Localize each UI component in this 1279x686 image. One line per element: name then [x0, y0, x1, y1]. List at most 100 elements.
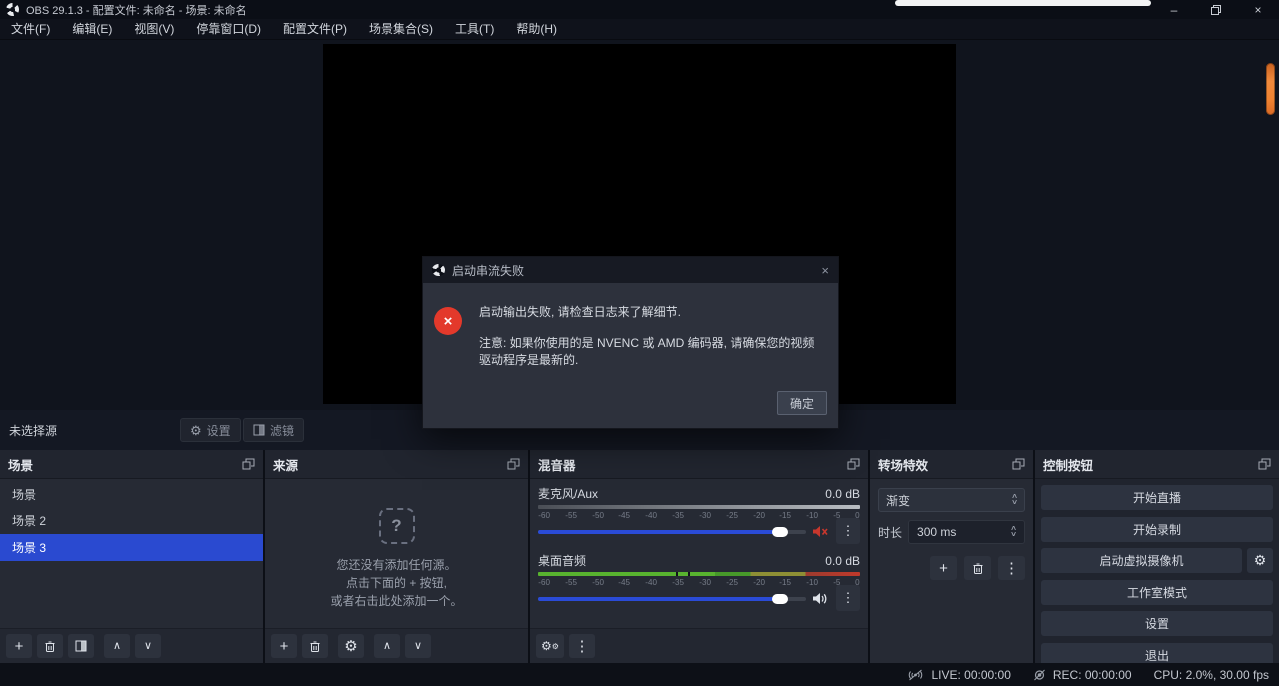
sources-toolbar: + ⚙ ∧ ∨ [265, 628, 528, 663]
advanced-audio-button[interactable]: ⚙⚙ [536, 634, 564, 658]
scene-filters-button[interactable] [68, 634, 94, 658]
duration-label: 时长 [878, 524, 902, 541]
move-source-up-button[interactable]: ∧ [374, 634, 400, 658]
scene-item[interactable]: 场景 2 [0, 508, 263, 535]
remove-source-button[interactable] [302, 634, 328, 658]
gear-icon: ⚙ [190, 424, 202, 437]
gears-icon: ⚙⚙ [541, 639, 559, 654]
combo-spinner: ∧ ∨ [1012, 494, 1017, 506]
controls-body: 开始直播 开始录制 启动虚拟摄像机 ⚙ 工作室模式 设置 退出 [1035, 479, 1279, 663]
sources-dock-title: 来源 [273, 455, 298, 474]
add-source-button[interactable]: + [271, 634, 297, 658]
close-icon: × [1254, 3, 1261, 17]
menubar: 文件(F) 编辑(E) 视图(V) 停靠窗口(D) 配置文件(P) 场景集合(S… [0, 19, 1279, 40]
sources-empty-state: ? 您还没有添加任何源。 点击下面的 + 按钮, 或者右击此处添加一个。 [265, 508, 528, 610]
error-x-glyph: × [444, 313, 453, 330]
restore-icon [1211, 5, 1221, 15]
channel-db-value: 0.0 dB [825, 554, 860, 568]
gear-icon: ⚙ [344, 639, 357, 654]
exit-button[interactable]: 退出 [1041, 643, 1273, 664]
menu-profile[interactable]: 配置文件(P) [272, 19, 358, 39]
channel-menu-button[interactable]: ⋮ [836, 585, 860, 611]
stream-failed-dialog: 启动串流失败 × × 启动输出失败, 请检查日志来了解细节. 注意: 如果你使用… [422, 256, 839, 429]
transitions-dock: 转场特效 渐变 ∧ ∨ 时长 300 ms ∧ ∨ + [870, 450, 1033, 663]
scrollbar-thumb[interactable] [1266, 63, 1275, 115]
volume-slider-handle[interactable] [772, 594, 788, 604]
menu-help[interactable]: 帮助(H) [505, 19, 568, 39]
scene-item[interactable]: 场景 [0, 481, 263, 508]
volume-slider[interactable] [538, 597, 806, 601]
speaker-muted-icon[interactable] [812, 525, 828, 538]
move-scene-up-button[interactable]: ∧ [104, 634, 130, 658]
source-properties-toolbar-button[interactable]: ⚙ [338, 634, 364, 658]
start-streaming-button[interactable]: 开始直播 [1041, 485, 1273, 510]
mixer-menu-button[interactable]: ⋮ [569, 634, 595, 658]
studio-mode-button[interactable]: 工作室模式 [1041, 580, 1273, 605]
live-time: LIVE: 00:00:00 [931, 668, 1010, 682]
dialog-titlebar: 启动串流失败 × [423, 257, 838, 283]
source-properties-label: 设置 [207, 422, 231, 439]
channel-name: 桌面音频 [538, 552, 586, 569]
chevron-down-icon: ∨ [144, 639, 152, 654]
mixer-dock: 混音器 麦克风/Aux 0.0 dB -60-55-50-45-40-35-30… [530, 450, 868, 663]
start-recording-button[interactable]: 开始录制 [1041, 517, 1273, 542]
remove-transition-button[interactable] [964, 556, 991, 580]
restore-button[interactable] [1195, 0, 1237, 19]
move-scene-down-button[interactable]: ∨ [135, 634, 161, 658]
start-virtual-camera-button[interactable]: 启动虚拟摄像机 [1041, 548, 1242, 573]
duration-spinbox[interactable]: 300 ms ∧ ∨ [908, 520, 1025, 544]
dialog-title: 启动串流失败 [452, 262, 814, 279]
menu-view[interactable]: 视图(V) [123, 19, 185, 39]
popout-icon[interactable] [847, 458, 860, 470]
speaker-on-icon[interactable] [812, 592, 828, 605]
menu-scene-collection[interactable]: 场景集合(S) [358, 19, 444, 39]
popout-icon[interactable] [507, 458, 520, 470]
remove-scene-button[interactable] [37, 634, 63, 658]
channel-menu-button[interactable]: ⋮ [836, 518, 860, 544]
close-icon: × [821, 263, 829, 278]
menu-file[interactable]: 文件(F) [0, 19, 61, 39]
chevron-down-icon: ∨ [1011, 500, 1018, 506]
transition-properties-button[interactable]: ⋮ [998, 556, 1025, 580]
popout-icon[interactable] [242, 458, 255, 470]
source-filters-button[interactable]: 滤镜 [243, 418, 304, 442]
move-source-down-button[interactable]: ∨ [405, 634, 431, 658]
menu-tools[interactable]: 工具(T) [444, 19, 505, 39]
close-button[interactable]: × [1237, 0, 1279, 19]
popout-icon[interactable] [1258, 458, 1271, 470]
scene-item-selected[interactable]: 场景 3 [0, 534, 263, 561]
transition-select[interactable]: 渐变 ∧ ∨ [878, 488, 1025, 512]
transitions-dock-title: 转场特效 [878, 455, 928, 474]
filter-icon [75, 640, 87, 652]
dialog-message: 启动输出失败, 请检查日志来了解细节. [479, 303, 822, 320]
volume-slider[interactable] [538, 530, 806, 534]
settings-button[interactable]: 设置 [1041, 611, 1273, 636]
menu-docks[interactable]: 停靠窗口(D) [185, 19, 272, 39]
volume-slider-handle[interactable] [772, 527, 788, 537]
source-properties-button[interactable]: ⚙ 设置 [180, 418, 241, 442]
virtual-camera-config-button[interactable]: ⚙ [1247, 548, 1273, 573]
ok-button[interactable]: 确定 [777, 391, 827, 415]
filter-icon [253, 424, 265, 436]
minimize-icon: – [1171, 3, 1178, 17]
menu-edit[interactable]: 编辑(E) [61, 19, 123, 39]
popout-icon[interactable] [1012, 458, 1025, 470]
plus-icon: + [939, 561, 948, 576]
dialog-footer: 确定 [423, 375, 838, 428]
scene-item-label: 场景 3 [12, 539, 46, 556]
dialog-close-button[interactable]: × [821, 263, 829, 278]
cpu-fps-text: CPU: 2.0%, 30.00 fps [1154, 668, 1269, 682]
cpu-status: CPU: 2.0%, 30.00 fps [1154, 668, 1269, 682]
chevron-up-icon: ∧ [383, 639, 391, 654]
add-scene-button[interactable]: + [6, 634, 32, 658]
titlebar: OBS 29.1.3 - 配置文件: 未命名 - 场景: 未命名 – × [0, 0, 1279, 19]
minimize-button[interactable]: – [1153, 0, 1195, 19]
stream-signal-icon [907, 669, 924, 681]
no-source-label: 未选择源 [9, 422, 57, 439]
spinbox-arrows[interactable]: ∧ ∨ [1011, 526, 1016, 538]
mixer-channel-desktop: 桌面音频 0.0 dB -60-55-50-45-40-35-30-25-20-… [538, 552, 860, 608]
error-icon: × [434, 307, 462, 335]
tooltip-remnant [895, 0, 1151, 6]
add-transition-button[interactable]: + [930, 556, 957, 580]
sources-dock: 来源 ? 您还没有添加任何源。 点击下面的 + 按钮, 或者右击此处添加一个。 … [265, 450, 528, 663]
